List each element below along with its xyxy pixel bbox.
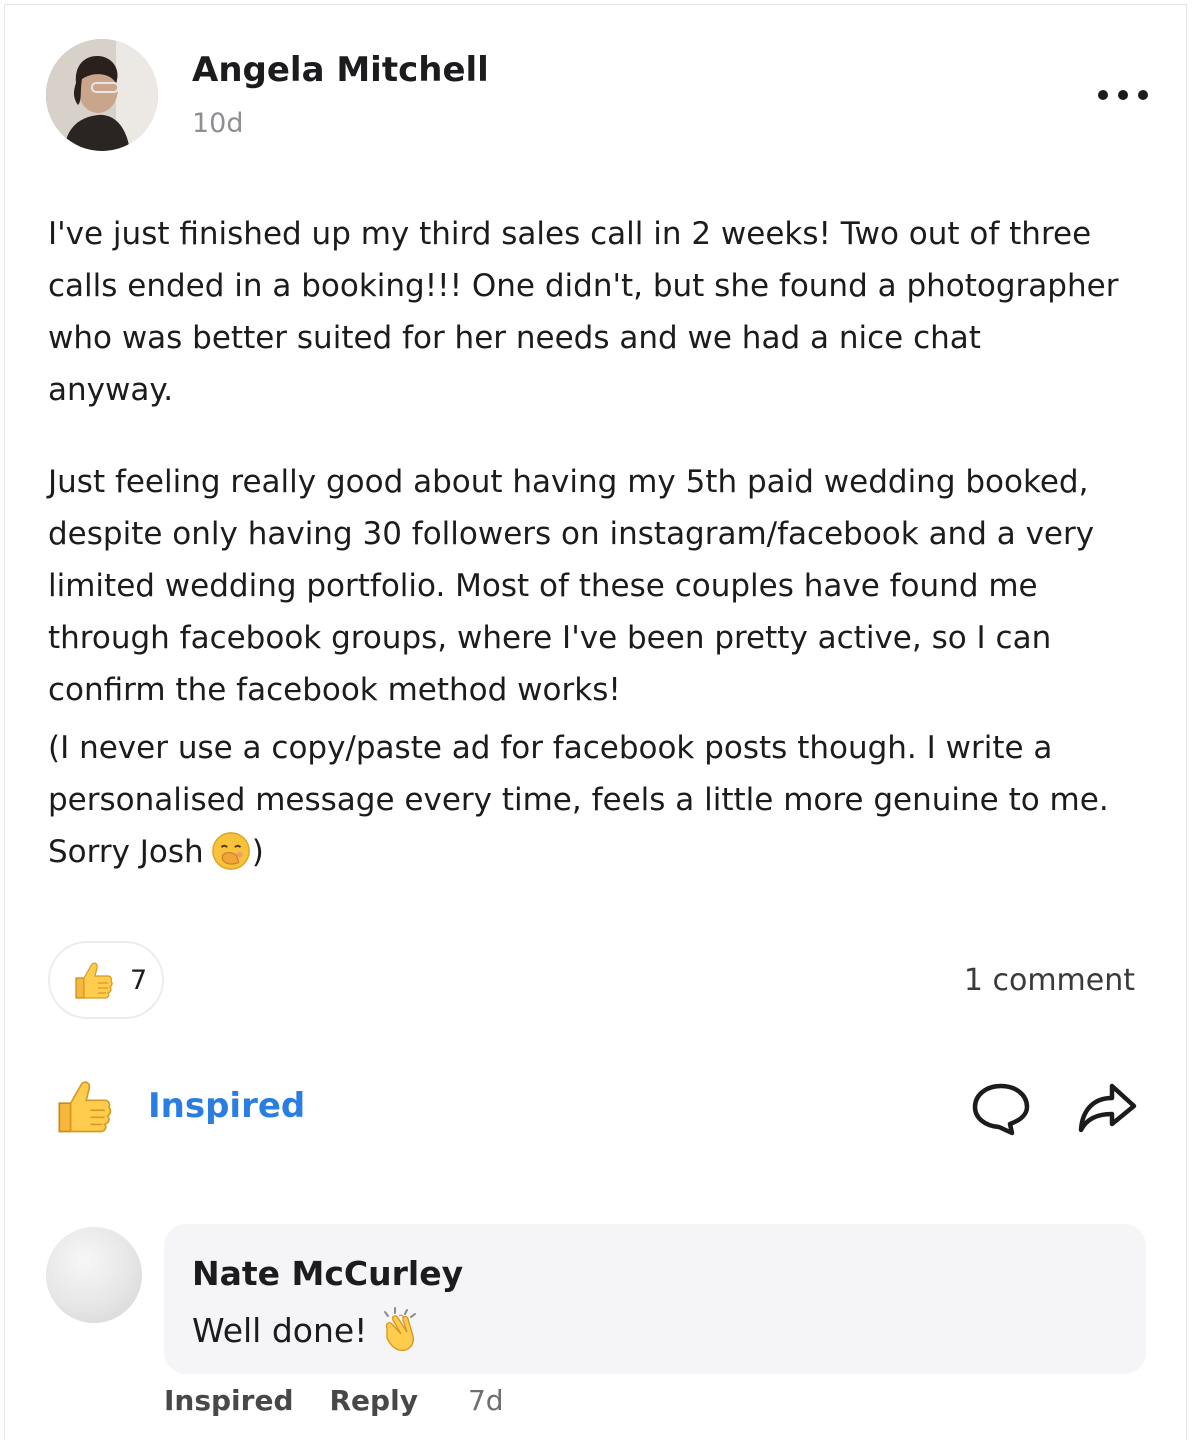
- comment-text: Well done!: [192, 1306, 425, 1354]
- commenter-name[interactable]: Nate McCurley: [192, 1254, 463, 1293]
- comment-bubble: Nate McCurley Well done!: [164, 1224, 1146, 1374]
- author-name[interactable]: Angela Mitchell: [192, 50, 489, 90]
- thumbs-up-icon: [58, 1081, 112, 1133]
- share-icon[interactable]: [1076, 1078, 1138, 1136]
- reaction-summary-button[interactable]: 7: [48, 941, 164, 1019]
- comment-text-content: Well done!: [192, 1310, 368, 1350]
- post-text-line: personalised message every time, feels a…: [48, 782, 1109, 818]
- post-text-line: through facebook groups, where I've been…: [48, 620, 1052, 656]
- inspired-button[interactable]: Inspired: [48, 1070, 305, 1142]
- post-text-line: (I never use a copy/paste ad for faceboo…: [48, 730, 1053, 766]
- comment-meta-bar: Inspired Reply 7d: [164, 1384, 504, 1417]
- inspired-label: Inspired: [148, 1086, 306, 1126]
- author-avatar[interactable]: [46, 39, 158, 151]
- reaction-count: 7: [130, 964, 148, 996]
- more-options-icon[interactable]: [1098, 84, 1148, 106]
- commenter-avatar[interactable]: [46, 1227, 142, 1323]
- thumbs-up-icon: [75, 962, 113, 999]
- comment-reply-button[interactable]: Reply: [330, 1384, 418, 1417]
- face-with-hand-over-mouth-icon: [211, 832, 250, 870]
- post-paragraph-1: I've just finished up my third sales cal…: [48, 208, 1158, 416]
- post-text-line: despite only having 30 followers on inst…: [48, 516, 1095, 552]
- post-paragraph-2: Just feeling really good about having my…: [48, 456, 1158, 716]
- post-text-fragment: Sorry Josh: [48, 834, 204, 870]
- comment-icon[interactable]: [970, 1080, 1032, 1136]
- comment-inspired-button[interactable]: Inspired: [164, 1384, 294, 1417]
- post-paragraph-3: (I never use a copy/paste ad for faceboo…: [48, 722, 1158, 878]
- post-text-fragment: ): [251, 834, 264, 870]
- post-text-line: confirm the facebook method works!: [48, 672, 621, 708]
- comment-timestamp: 7d: [467, 1384, 504, 1417]
- comment-count-link[interactable]: 1 comment: [964, 963, 1135, 998]
- post-text-line: calls ended in a booking!!! One didn't, …: [48, 268, 1119, 304]
- clapping-hands-icon: [384, 1307, 417, 1352]
- post-text-line: anyway.: [48, 372, 174, 408]
- post-text-line-with-emoji: Sorry Josh ): [48, 826, 1158, 878]
- post-text-line: limited wedding portfolio. Most of these…: [48, 568, 1038, 604]
- post-timestamp: 10d: [192, 108, 244, 139]
- post-text-line: I've just finished up my third sales cal…: [48, 216, 1092, 252]
- post-text-line: Just feeling really good about having my…: [48, 464, 1089, 500]
- post-text-line: who was better suited for her needs and …: [48, 320, 981, 356]
